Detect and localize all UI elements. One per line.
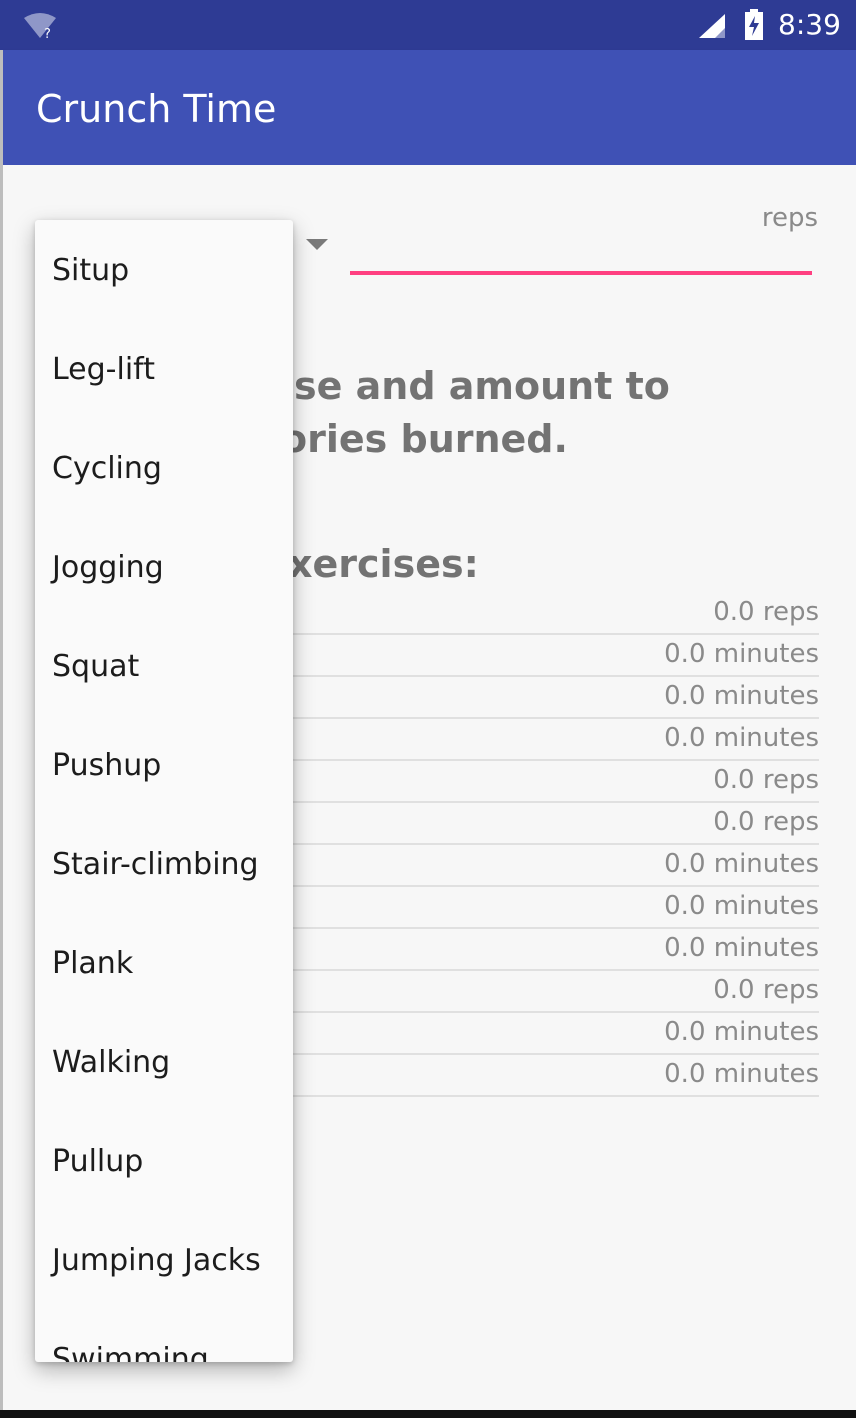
dropdown-option-squat[interactable]: Squat bbox=[35, 616, 293, 715]
result-value: 0.0 minutes bbox=[664, 639, 819, 669]
result-value: 0.0 reps bbox=[713, 975, 819, 1005]
dropdown-option-stair-climbing[interactable]: Stair-climbing bbox=[35, 814, 293, 913]
bottom-frame-edge bbox=[0, 1410, 856, 1418]
result-value: 0.0 reps bbox=[713, 597, 819, 627]
result-value: 0.0 minutes bbox=[664, 1059, 819, 1089]
dropdown-option-pushup[interactable]: Pushup bbox=[35, 715, 293, 814]
result-value: 0.0 minutes bbox=[664, 1017, 819, 1047]
dropdown-option-jumping-jacks[interactable]: Jumping Jacks bbox=[35, 1210, 293, 1309]
battery-charging-icon bbox=[745, 9, 763, 40]
result-value: 0.0 minutes bbox=[664, 849, 819, 879]
amount-input[interactable] bbox=[350, 271, 812, 275]
exercise-dropdown-menu: Situp Leg-lift Cycling Jogging Squat Pus… bbox=[35, 220, 293, 1362]
window-left-edge bbox=[0, 50, 3, 1410]
app-bar: Crunch Time bbox=[0, 50, 856, 165]
dropdown-triangle-icon[interactable] bbox=[306, 239, 328, 250]
dropdown-option-cycling[interactable]: Cycling bbox=[35, 418, 293, 517]
amount-input-hint: reps bbox=[761, 203, 818, 233]
dropdown-option-plank[interactable]: Plank bbox=[35, 913, 293, 1012]
dropdown-option-leg-lift[interactable]: Leg-lift bbox=[35, 319, 293, 418]
result-value: 0.0 minutes bbox=[664, 933, 819, 963]
result-value: 0.0 reps bbox=[713, 807, 819, 837]
status-clock: 8:39 bbox=[778, 8, 841, 41]
cell-signal-icon bbox=[699, 14, 725, 38]
wifi-unknown-icon: ? bbox=[24, 13, 56, 40]
screen: ? 8:39 Crunch Time reps ise and amount t… bbox=[0, 0, 856, 1418]
dropdown-option-jogging[interactable]: Jogging bbox=[35, 517, 293, 616]
result-value: 0.0 reps bbox=[713, 765, 819, 795]
result-value: 0.0 minutes bbox=[664, 723, 819, 753]
result-value: 0.0 minutes bbox=[664, 681, 819, 711]
result-value: 0.0 minutes bbox=[664, 891, 819, 921]
dropdown-option-pullup[interactable]: Pullup bbox=[35, 1111, 293, 1210]
dropdown-option-walking[interactable]: Walking bbox=[35, 1012, 293, 1111]
dropdown-option-swimming[interactable]: Swimming bbox=[35, 1309, 293, 1362]
wifi-unknown-mark: ? bbox=[44, 27, 51, 40]
app-title: Crunch Time bbox=[36, 87, 277, 131]
dropdown-option-situp[interactable]: Situp bbox=[35, 220, 293, 319]
status-bar: ? 8:39 bbox=[0, 0, 856, 50]
